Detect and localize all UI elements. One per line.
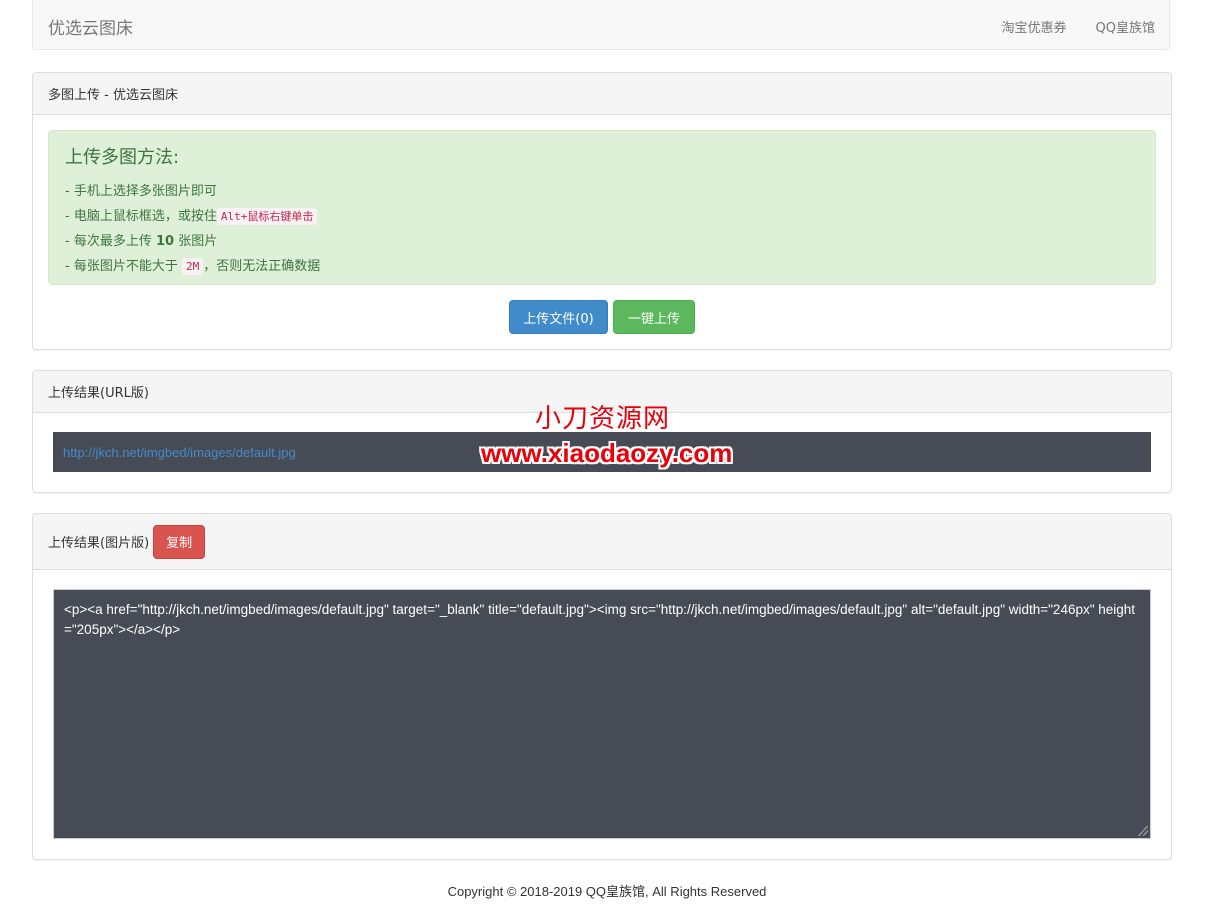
watermark-url: www.xiaodaozy.com — [481, 438, 733, 468]
html-code-text: <p><a href="http://jkch.net/imgbed/image… — [64, 602, 1136, 637]
instruction-text: 张图片 — [178, 234, 218, 249]
instruction-line: - 每次最多上传 10 张图片 — [65, 229, 1139, 254]
instruction-line: - 每张图片不能大于 2M ，否则无法正确数据 — [65, 254, 1139, 279]
image-result-panel: 上传结果(图片版) 复制 <p><a href="http://jkch.net… — [32, 513, 1172, 860]
upload-panel: 多图上传 - 优选云图床 上传多图方法: - 手机上选择多张图片即可 - 电脑上… — [32, 72, 1172, 350]
watermark-title: 小刀资源网 — [535, 404, 671, 434]
brand-logo[interactable]: 优选云图床 — [48, 14, 133, 39]
image-result-heading: 上传结果(图片版) 复制 — [33, 514, 1171, 570]
instruction-line: - 电脑上鼠标框选，或按住 Alt+鼠标右键单击 — [65, 204, 1139, 229]
inline-code: Alt+鼠标右键单击 — [216, 208, 318, 225]
inline-code: 2M — [181, 258, 204, 275]
alert-title: 上传多图方法: — [65, 147, 180, 168]
nav-link-taobao-coupons[interactable]: 淘宝优惠券 — [1002, 17, 1067, 36]
instruction-text: - 电脑上鼠标框选，或按住 — [65, 209, 217, 224]
instruction-line: - 手机上选择多张图片即可 — [65, 179, 1139, 204]
nav-links: 淘宝优惠券 QQ皇族馆 — [1002, 17, 1155, 36]
instruction-text: - 手机上选择多张图片即可 — [65, 184, 217, 199]
upload-panel-heading: 多图上传 - 优选云图床 — [33, 73, 1171, 115]
one-click-upload-button[interactable]: 一键上传 — [613, 300, 695, 334]
nav-link-qq-club[interactable]: QQ皇族馆 — [1096, 17, 1155, 36]
resize-grip-icon[interactable] — [1138, 826, 1148, 836]
instruction-text: - 每张图片不能大于 — [65, 259, 178, 274]
instruction-text: - 每次最多上传 — [65, 234, 152, 249]
max-files-count: 10 — [155, 234, 175, 249]
navbar: 优选云图床 淘宝优惠券 QQ皇族馆 — [32, 0, 1170, 50]
upload-button-row: 上传文件(0) 一键上传 — [33, 300, 1171, 334]
image-result-title: 上传结果(图片版) — [48, 536, 150, 551]
footer-copyright: Copyright © 2018-2019 QQ皇族馆, All Rights … — [447, 884, 767, 899]
html-code-textarea[interactable]: <p><a href="http://jkch.net/imgbed/image… — [53, 589, 1151, 839]
instruction-text: ，否则无法正确数据 — [203, 259, 321, 274]
select-files-button[interactable]: 上传文件(0) — [509, 300, 608, 334]
copy-button[interactable]: 复制 — [153, 524, 206, 559]
upload-instructions-alert: 上传多图方法: - 手机上选择多张图片即可 - 电脑上鼠标框选，或按住 Alt+鼠… — [48, 130, 1156, 285]
result-url-link[interactable]: http://jkch.net/imgbed/images/default.jp… — [63, 445, 296, 460]
